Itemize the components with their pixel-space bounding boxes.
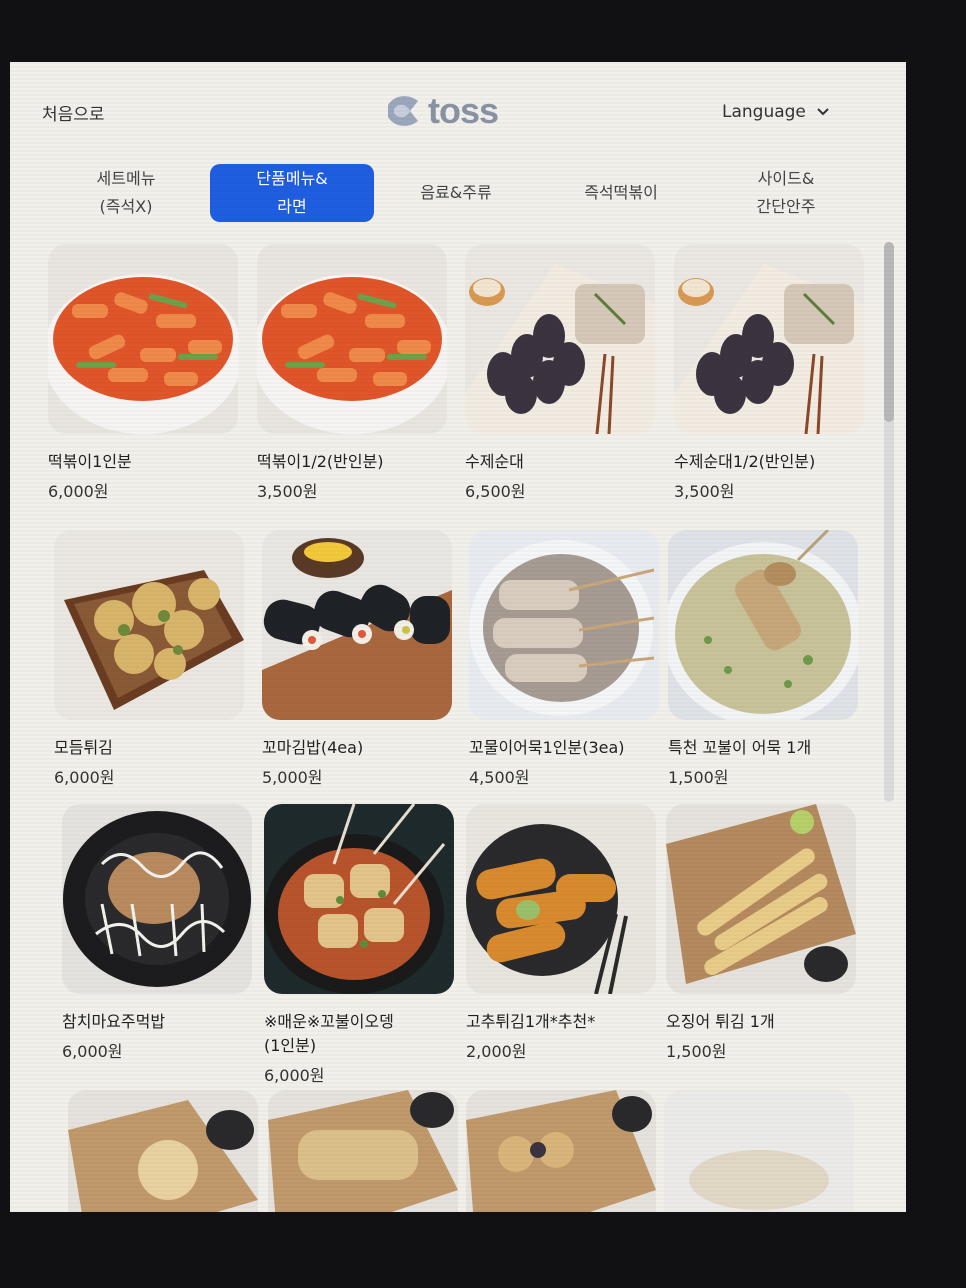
item-name: 오징어 튀김 1개 — [666, 1012, 775, 1031]
tab-single-menu[interactable]: 단품메뉴& 라면 — [210, 164, 374, 222]
sundae-image — [465, 244, 655, 434]
item-name: 떡볶이1인분 — [48, 452, 132, 471]
gimbap-image — [262, 530, 452, 720]
menu-item[interactable]: 꼬물이어묵1인분(3ea) 4,500원 — [469, 530, 669, 788]
tteokbokki-image — [257, 244, 447, 434]
item-price: 1,500원 — [666, 1042, 727, 1061]
fried-snack-image — [68, 1090, 258, 1212]
item-name: 수제순대 — [465, 452, 524, 471]
tuna-rice-image — [62, 804, 252, 994]
language-label: Language — [722, 102, 806, 122]
toss-logo-icon — [388, 96, 418, 126]
item-name: 수제순대1/2(반인분) — [674, 452, 816, 471]
item-name: 꼬마김밥(4ea) — [262, 738, 364, 757]
item-name: 참치마요주먹밥 — [62, 1012, 166, 1031]
menu-item-partial[interactable] — [664, 1090, 864, 1212]
item-name: 고추튀김1개*추천* — [466, 1012, 596, 1031]
item-price: 3,500원 — [674, 482, 735, 501]
item-price: 6,000원 — [54, 768, 115, 787]
menu-item[interactable]: 수제순대 6,500원 — [465, 244, 665, 502]
fishcake-skewers-image — [469, 530, 659, 720]
squid-fried-image — [666, 804, 856, 994]
item-price: 4,500원 — [469, 768, 530, 787]
menu-item[interactable]: 떡볶이1/2(반인분) 3,500원 — [257, 244, 457, 502]
top-bar: 처음으로 toss Language — [10, 62, 906, 162]
menu-scrollbar[interactable] — [884, 242, 894, 802]
menu-item[interactable]: 고추튀김1개*추천* 2,000원 — [466, 804, 666, 1062]
pepper-fried-image — [466, 804, 656, 994]
item-price: 6,000원 — [48, 482, 109, 501]
menu-item[interactable]: 떡볶이1인분 6,000원 — [48, 244, 248, 502]
menu-item[interactable]: 참치마요주먹밥 6,000원 — [62, 804, 262, 1062]
menu-item[interactable]: ※매운※꼬불이오뎅 (1인분) 6,000원 — [264, 804, 464, 1086]
item-price: 3,500원 — [257, 482, 318, 501]
item-price: 6,000원 — [62, 1042, 123, 1061]
fried-snack-image — [466, 1090, 656, 1212]
menu-item[interactable]: 수제순대1/2(반인분) 3,500원 — [674, 244, 874, 502]
spicy-oden-image — [264, 804, 454, 994]
menu-item[interactable]: 특천 꼬불이 어묵 1개 1,500원 — [668, 530, 868, 788]
item-name: 떡볶이1/2(반인분) — [257, 452, 384, 471]
menu-item[interactable]: 오징어 튀김 1개 1,500원 — [666, 804, 866, 1062]
fried-snack-image — [664, 1090, 854, 1212]
scroll-thumb[interactable] — [884, 242, 894, 422]
fishcake-soup-image — [668, 530, 858, 720]
logo-text: toss — [428, 90, 499, 131]
home-button[interactable]: 처음으로 — [42, 100, 105, 125]
menu-item-partial[interactable] — [466, 1090, 666, 1212]
menu-item[interactable]: 꼬마김밥(4ea) 5,000원 — [262, 530, 462, 788]
item-name: 꼬물이어묵1인분(3ea) — [469, 738, 625, 757]
kiosk-screen: 처음으로 toss Language 세트메뉴 (즉석X) 단품메뉴& 라면 음… — [10, 62, 906, 1212]
chevron-down-icon — [817, 108, 829, 116]
item-price: 2,000원 — [466, 1042, 527, 1061]
menu-item[interactable]: 모듬튀김 6,000원 — [54, 530, 254, 788]
menu-grid: 떡볶이1인분 6,000원 떡볶이1/2(반인분) 3,500원 수제순대 6,… — [10, 240, 880, 1212]
item-name: 특천 꼬불이 어묵 1개 — [668, 738, 812, 757]
tab-instant-tteokbokki[interactable]: 즉석떡볶이 — [558, 164, 684, 222]
menu-item-partial[interactable] — [68, 1090, 268, 1212]
tab-side-snacks[interactable]: 사이드& 간단안주 — [726, 164, 846, 222]
tteokbokki-image — [48, 244, 238, 434]
item-name: ※매운※꼬불이오뎅 (1인분) — [264, 1012, 394, 1055]
sundae-image — [674, 244, 864, 434]
menu-item-partial[interactable] — [268, 1090, 468, 1212]
item-price: 5,000원 — [262, 768, 323, 787]
language-selector[interactable]: Language — [722, 102, 830, 122]
item-price: 6,000원 — [264, 1066, 325, 1085]
mixed-fried-image — [54, 530, 244, 720]
item-price: 1,500원 — [668, 768, 729, 787]
item-name: 모듬튀김 — [54, 738, 113, 757]
item-price: 6,500원 — [465, 482, 526, 501]
tab-set-menu[interactable]: 세트메뉴 (즉석X) — [66, 164, 186, 222]
tab-drinks[interactable]: 음료&주류 — [396, 164, 516, 222]
fried-snack-image — [268, 1090, 458, 1212]
toss-logo: toss — [384, 90, 499, 132]
category-tabs: 세트메뉴 (즉석X) 단품메뉴& 라면 음료&주류 즉석떡볶이 사이드& 간단안… — [10, 162, 906, 228]
